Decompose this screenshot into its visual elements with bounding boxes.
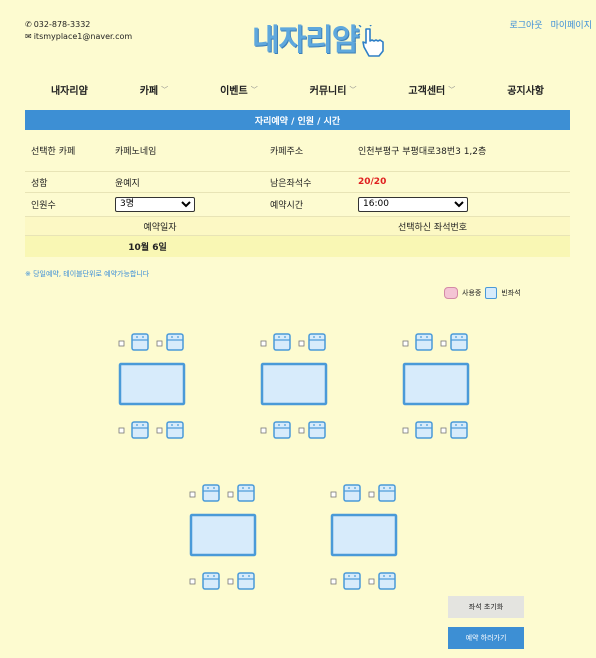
reset-seats-button[interactable]: 좌석 초기화 (448, 596, 524, 618)
seat-checkbox[interactable] (368, 578, 375, 585)
seat-checkbox[interactable] (189, 578, 196, 585)
seat-chair-dot (142, 424, 144, 426)
seat-chair-dot (455, 336, 457, 338)
seat-chair[interactable] (415, 421, 433, 439)
seat-chair-dot (461, 336, 463, 338)
seat-chair-dot (284, 424, 286, 426)
seat-chair-dot (420, 424, 422, 426)
seat-chair[interactable] (166, 333, 184, 351)
seat-chair-dot (383, 575, 385, 577)
seat-checkbox[interactable] (227, 578, 234, 585)
seat-chair-dot (389, 487, 391, 489)
seat-checkbox[interactable] (156, 340, 163, 347)
seat-chair[interactable] (415, 333, 433, 351)
seat-chair[interactable] (237, 572, 255, 590)
seat-chair-dot (420, 336, 422, 338)
seat-chair-dot (461, 424, 463, 426)
seat-checkbox[interactable] (440, 427, 447, 434)
seat-chair[interactable] (273, 421, 291, 439)
seat-chair[interactable] (202, 484, 220, 502)
seat-chair-dot (313, 336, 315, 338)
seat-chair-dot (278, 424, 280, 426)
seat-chair-dot (278, 336, 280, 338)
seat-chair-dot (319, 336, 321, 338)
seat-checkbox[interactable] (260, 427, 267, 434)
seat-chair[interactable] (450, 333, 468, 351)
seat-chair-dot (177, 424, 179, 426)
seat-map (118, 333, 470, 590)
seat-chair-dot (389, 575, 391, 577)
seat-chair-dot (383, 487, 385, 489)
seat-chair-dot (242, 575, 244, 577)
seat-chair-dot (136, 424, 138, 426)
seat-chair-dot (177, 336, 179, 338)
seat-chair-dot (207, 575, 209, 577)
seat-checkbox[interactable] (260, 340, 267, 347)
seat-checkbox[interactable] (402, 427, 409, 434)
seat-chair[interactable] (378, 484, 396, 502)
seat-chair-dot (213, 487, 215, 489)
seat-chair-dot (242, 487, 244, 489)
seat-chair[interactable] (202, 572, 220, 590)
seat-chair-dot (171, 336, 173, 338)
table[interactable] (189, 513, 257, 557)
seat-chair-dot (455, 424, 457, 426)
seat-chair-dot (348, 575, 350, 577)
seat-chair[interactable] (308, 333, 326, 351)
reserve-button[interactable]: 예약 하러가기 (448, 627, 524, 649)
seat-chair-dot (142, 336, 144, 338)
seat-chair[interactable] (343, 484, 361, 502)
seat-chair-dot (171, 424, 173, 426)
seat-checkbox[interactable] (298, 427, 305, 434)
seat-chair[interactable] (273, 333, 291, 351)
seat-chair-dot (284, 336, 286, 338)
seat-chair-dot (136, 336, 138, 338)
seat-chair[interactable] (131, 333, 149, 351)
table[interactable] (118, 362, 186, 406)
seat-checkbox[interactable] (118, 340, 125, 347)
seat-chair-dot (207, 487, 209, 489)
seat-chair-dot (213, 575, 215, 577)
seat-chair-dot (426, 336, 428, 338)
seat-chair[interactable] (343, 572, 361, 590)
seat-chair[interactable] (378, 572, 396, 590)
seat-chair[interactable] (308, 421, 326, 439)
seat-chair[interactable] (131, 421, 149, 439)
seat-checkbox[interactable] (227, 491, 234, 498)
seat-checkbox[interactable] (189, 491, 196, 498)
seat-checkbox[interactable] (118, 427, 125, 434)
seat-chair[interactable] (237, 484, 255, 502)
seat-checkbox[interactable] (156, 427, 163, 434)
table[interactable] (260, 362, 328, 406)
seat-checkbox[interactable] (298, 340, 305, 347)
table[interactable] (402, 362, 470, 406)
seat-chair-dot (248, 575, 250, 577)
table[interactable] (330, 513, 398, 557)
seat-checkbox[interactable] (402, 340, 409, 347)
seat-chair-dot (426, 424, 428, 426)
seat-chair-dot (248, 487, 250, 489)
seat-chair-dot (354, 575, 356, 577)
seat-checkbox[interactable] (368, 491, 375, 498)
seat-chair-dot (354, 487, 356, 489)
seat-chair[interactable] (450, 421, 468, 439)
seat-checkbox[interactable] (330, 491, 337, 498)
seat-checkbox[interactable] (440, 340, 447, 347)
seat-checkbox[interactable] (330, 578, 337, 585)
seat-chair-dot (319, 424, 321, 426)
seat-chair-dot (313, 424, 315, 426)
seat-chair[interactable] (166, 421, 184, 439)
seat-chair-dot (348, 487, 350, 489)
